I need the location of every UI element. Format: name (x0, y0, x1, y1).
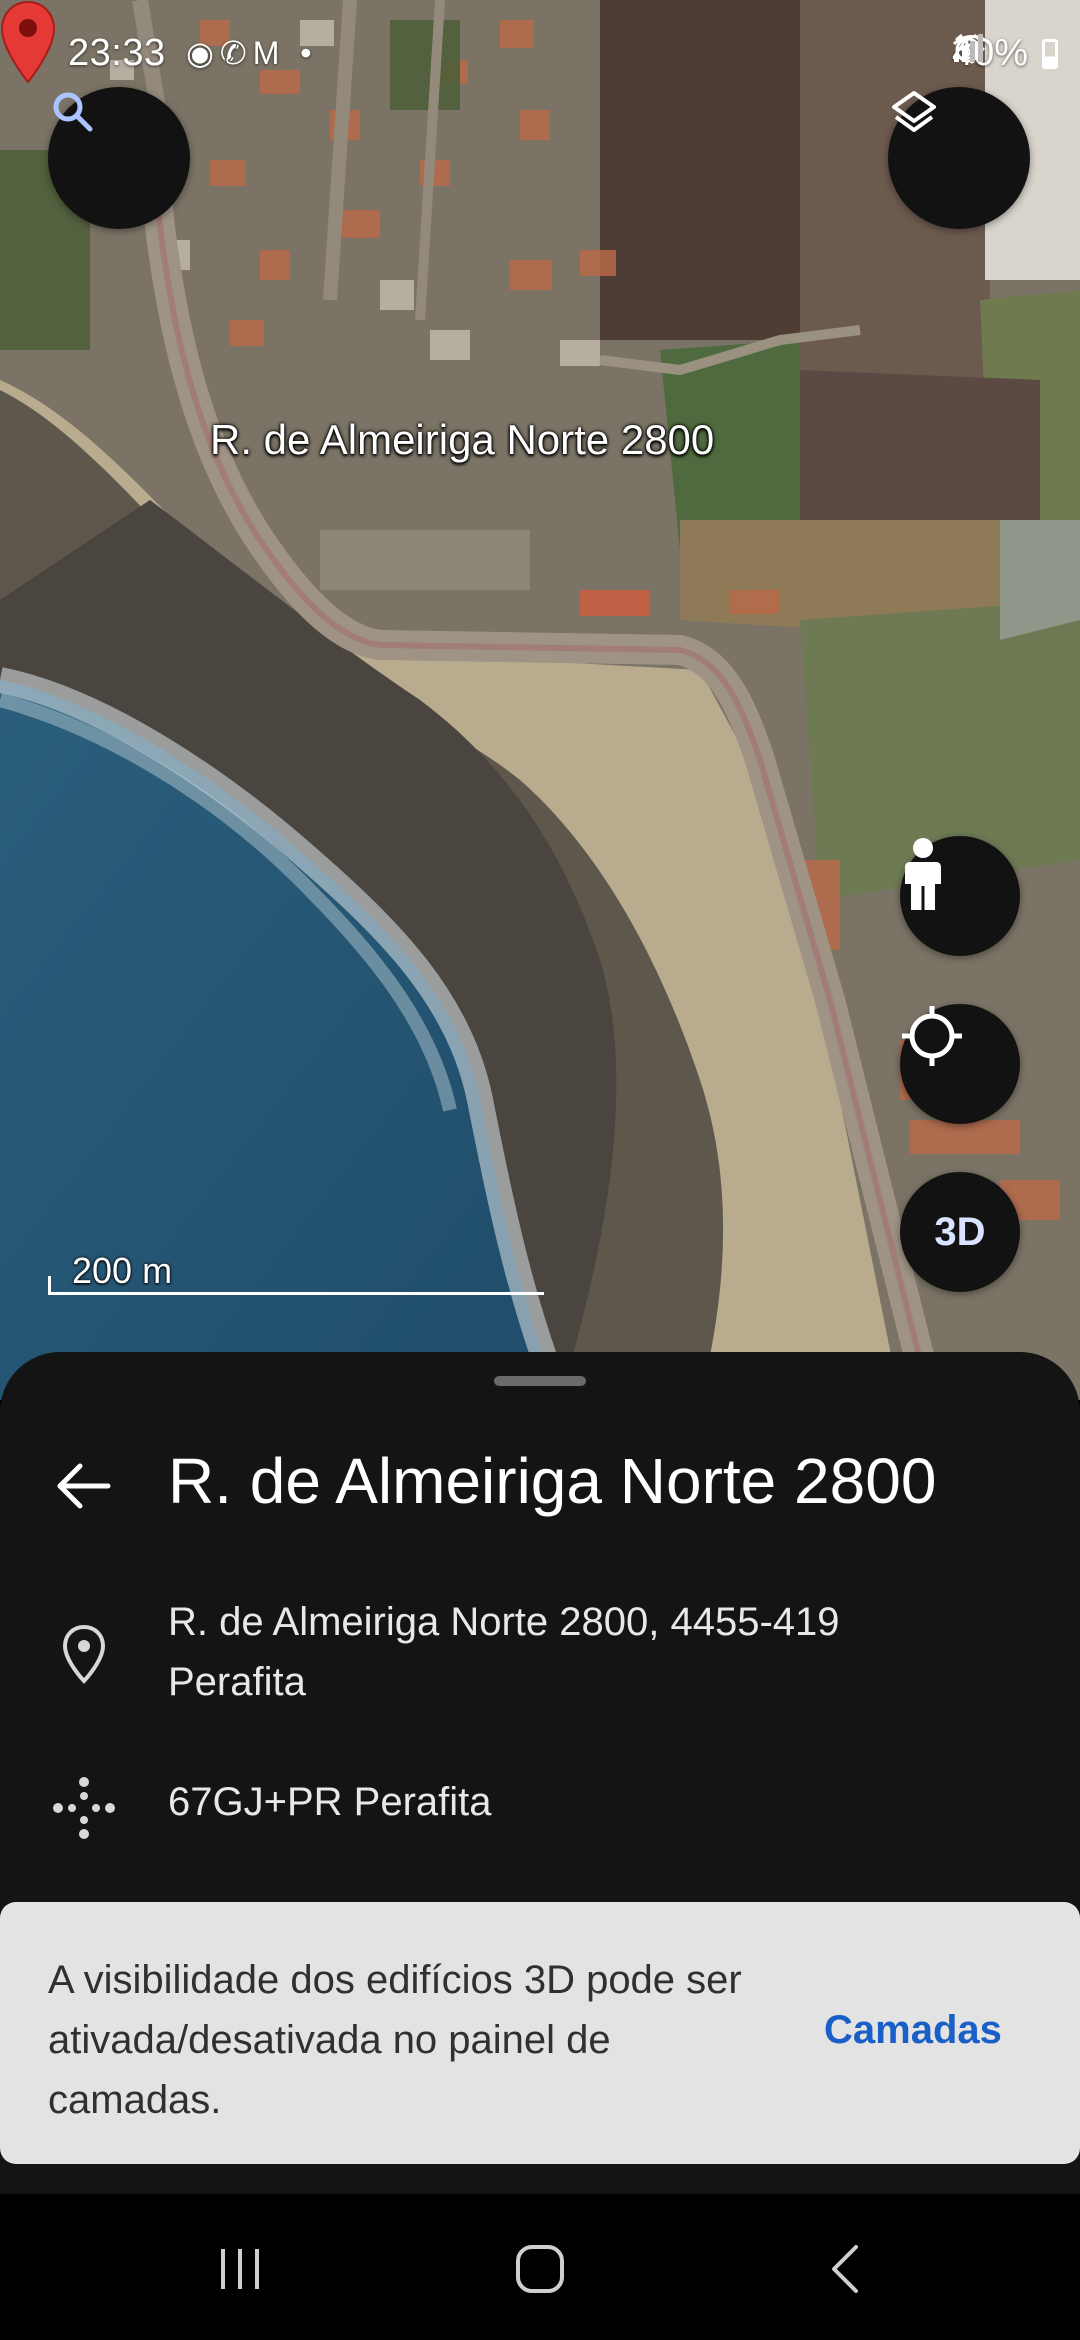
scale-label: 200 m (72, 1250, 173, 1291)
address-line-2: Perafita (168, 1660, 306, 1704)
search-button[interactable] (48, 87, 190, 229)
home-button[interactable] (500, 2234, 580, 2304)
place-title: R. de Almeiriga Norte 2800 (168, 1445, 937, 1517)
snackbar: A visibilidade dos edifícios 3D pode ser… (0, 1902, 1080, 2164)
map-pin-icon[interactable] (0, 0, 56, 84)
screen: 23:33 ◉✆M • 40% R. de Almeiriga Norte 28… (0, 0, 1080, 2340)
layers-button[interactable] (888, 87, 1030, 229)
arrow-back-icon (57, 1463, 111, 1509)
map-place-label: R. de Almeiriga Norte 2800 (210, 416, 715, 463)
status-bar: 23:33 ◉✆M • 40% (0, 0, 1080, 100)
address-row-icon (52, 1622, 116, 1686)
recent-apps-icon (221, 2249, 259, 2289)
my-location-button[interactable] (900, 1004, 1020, 1124)
pegman-icon (905, 838, 941, 910)
system-nav-bar (0, 2194, 1080, 2340)
scale-line (48, 1292, 544, 1295)
location-pin-icon (62, 1624, 106, 1684)
plus-code-row[interactable]: 67GJ+PR Perafita (168, 1780, 492, 1825)
plus-code-row-icon (52, 1776, 116, 1840)
scale-tick (48, 1276, 51, 1294)
signal-icon-2 (953, 34, 983, 62)
snackbar-message: A visibilidade dos edifícios 3D pode ser… (48, 1958, 742, 2122)
search-icon (53, 92, 93, 132)
drag-handle[interactable] (494, 1376, 586, 1386)
satellite-map[interactable]: 23:33 ◉✆M • 40% R. de Almeiriga Norte 28… (0, 0, 1080, 1400)
system-status-icons: 40% (952, 32, 1058, 75)
snackbar-action-button[interactable]: Camadas (824, 2008, 1002, 2053)
back-button[interactable] (52, 1454, 116, 1518)
recent-apps-button[interactable] (200, 2234, 280, 2304)
map-scale-bar: 200 m (48, 1248, 548, 1300)
status-time: 23:33 (68, 32, 166, 74)
address-line-1: R. de Almeiriga Norte 2800, 4455-419 (168, 1600, 840, 1644)
address-row[interactable]: R. de Almeiriga Norte 2800, 4455-419 Per… (168, 1592, 968, 1712)
home-icon (516, 2245, 564, 2293)
back-chevron-icon (832, 2245, 858, 2293)
3d-toggle-button[interactable]: 3D (900, 1172, 1020, 1292)
notification-icons: ◉✆M • (186, 35, 318, 71)
plus-code-icon (53, 1777, 115, 1839)
battery-icon (1042, 38, 1058, 69)
street-view-button[interactable] (900, 836, 1020, 956)
system-back-button[interactable] (806, 2234, 886, 2304)
layers-icon (892, 91, 936, 132)
my-location-icon (902, 1006, 962, 1066)
